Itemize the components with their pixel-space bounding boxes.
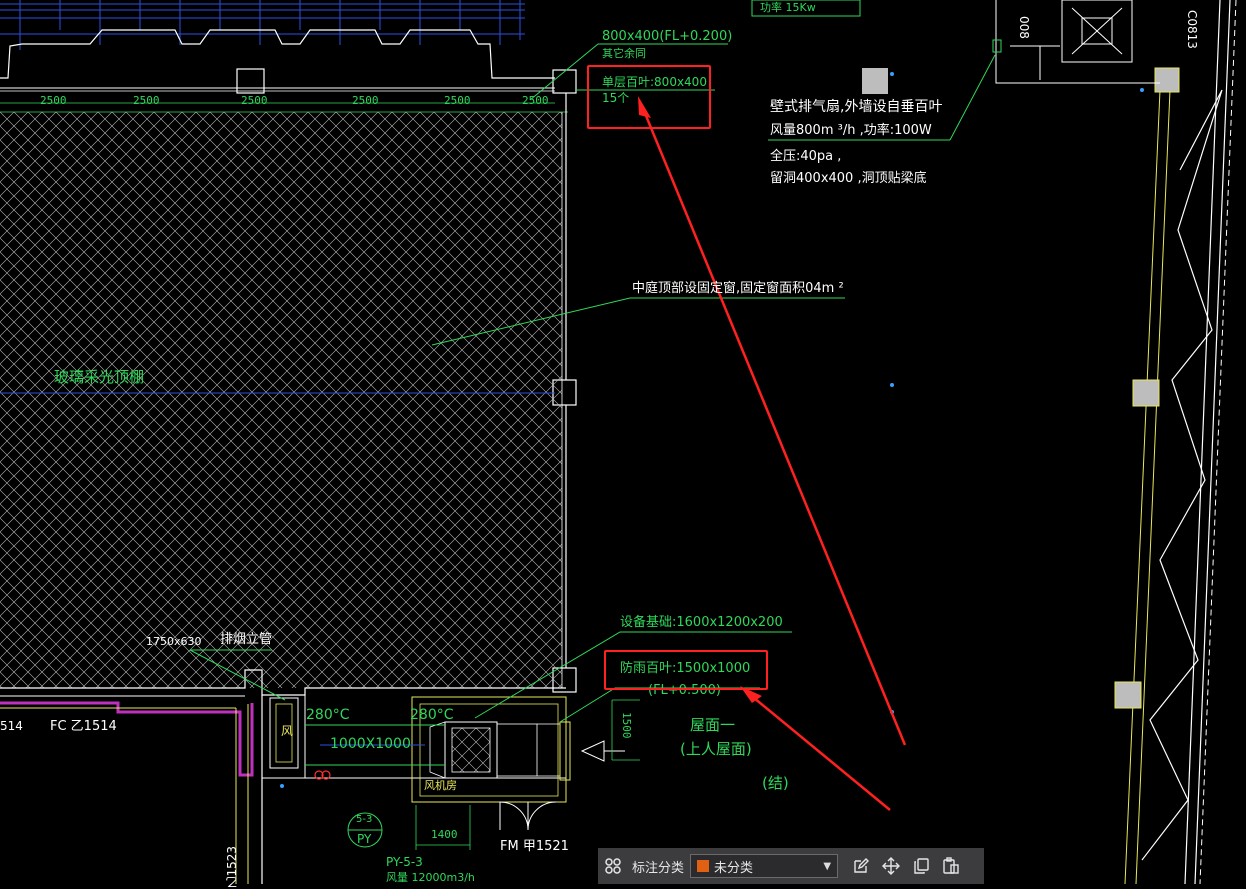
py-circle-top: 5-3 [356, 814, 373, 825]
cad-drawing-canvas[interactable] [0, 0, 1246, 884]
move-icon[interactable] [876, 848, 906, 884]
skylight-label: 玻璃采光顶棚 [54, 368, 145, 386]
fan-room-label: 风机房 [424, 779, 457, 792]
category-select-value: 未分类 [714, 859, 754, 875]
duct-size-label: 1750x630 [146, 635, 202, 648]
top-structure [0, 0, 525, 50]
roof-label-2: (上人屋面) [680, 740, 752, 758]
annotation-toolbar: 标注分类 未分类 ▼ [598, 848, 984, 884]
equipment-base-label: 设备基础:1600x1200x200 [620, 615, 783, 630]
bottom-flow-label: 风量 12000m3/h [386, 871, 475, 884]
fan-note-line-4: 留洞400x400 ,洞顶贴梁底 [770, 171, 927, 186]
dim-2500-5: 2500 [444, 94, 471, 107]
fan-note-line-3: 全压:40pa , [770, 149, 842, 164]
paste-icon[interactable] [936, 848, 966, 884]
left-edge-number: 514 [0, 719, 23, 733]
category-select[interactable]: 未分类 ▼ [690, 854, 839, 878]
edit-icon[interactable] [846, 848, 876, 884]
grid-icon[interactable] [598, 848, 628, 884]
category-label: 标注分类 [632, 859, 685, 875]
top-wall [0, 29, 555, 79]
exhaust-riser-label: 排烟立管 [220, 632, 273, 647]
dim-2500-3: 2500 [241, 94, 268, 107]
power-spec-label: 功率 15Kw [760, 1, 816, 14]
py-circle-bottom: PY [357, 832, 372, 846]
louver-note-label: 其它余同 [602, 47, 646, 60]
dim-1400: 1400 [431, 828, 458, 841]
roof-label-3: (结) [762, 774, 789, 792]
chevron-down-icon: ▼ [823, 860, 832, 872]
highlight-box-louver [587, 65, 711, 129]
dim-2500-4: 2500 [352, 94, 379, 107]
dim-1500: 1500 [620, 712, 633, 739]
vertical-door-label: 乙1523 [225, 846, 239, 889]
skylight-hatch [0, 112, 562, 688]
py-label: PY-5-3 [386, 855, 423, 869]
fan-note-line-2: 风量800m ³/h ,功率:100W [770, 123, 932, 138]
copy-icon[interactable] [906, 848, 936, 884]
dim-2500-6: 2500 [522, 94, 549, 107]
fc-door-label: FC 乙1514 [50, 719, 117, 734]
fan-note-line-1: 壁式排气扇,外墙设自垂百叶 [770, 99, 943, 115]
atrium-note: 中庭顶部设固定窗,固定窗面积04m ² [632, 281, 844, 296]
temp-label-2: 280°C [410, 707, 454, 723]
fm-door-label: FM 甲1521 [500, 839, 569, 854]
highlight-box-rain-louver [604, 650, 768, 690]
wind-char-label: 风 [281, 724, 294, 738]
duct-1000-label: 1000X1000 [330, 736, 411, 752]
roof-label-1: 屋面一 [690, 716, 736, 734]
c0813-label: C0813 [1185, 10, 1199, 49]
category-color-swatch [697, 860, 710, 872]
temp-label-1: 280°C [306, 707, 350, 723]
dim-2500-1: 2500 [40, 94, 67, 107]
dim-008-label: 008 [1017, 16, 1031, 39]
dim-2500-2: 2500 [133, 94, 160, 107]
louver-spec-label: 800x400(FL+0.200) [602, 29, 733, 44]
